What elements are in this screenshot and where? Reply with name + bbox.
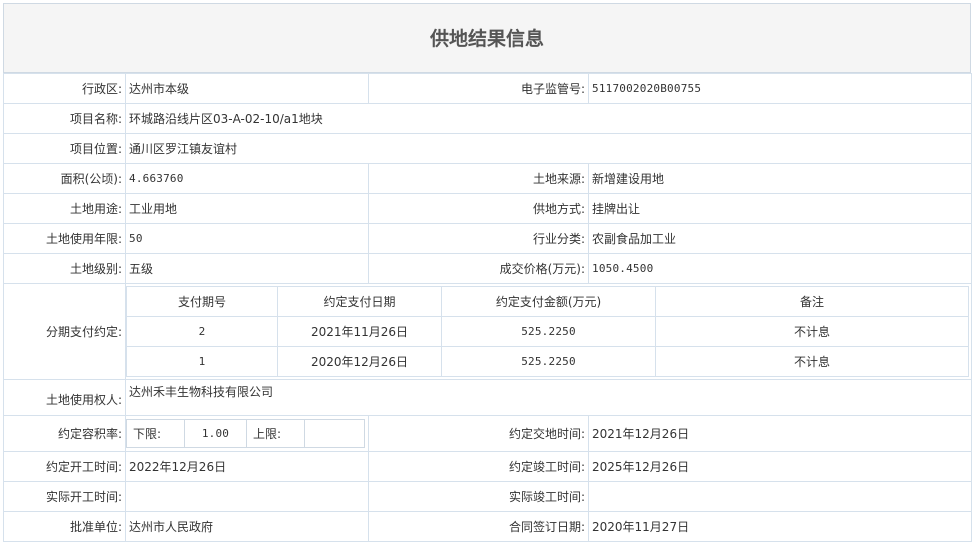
payment-date: 2021年11月26日 (277, 316, 442, 347)
actual-completion-value (588, 481, 972, 512)
land-user-label: 土地使用权人: (3, 379, 126, 416)
payment-period: 2 (126, 316, 278, 347)
far-cell: 下限: 1.00 上限: (125, 415, 369, 452)
table-row: 土地使用年限: 50 行业分类: 农副食品加工业 (3, 223, 972, 254)
deal-price-label: 成交价格(万元): (368, 253, 589, 284)
project-name-label: 项目名称: (3, 103, 126, 134)
table-row: 土地级别: 五级 成交价格(万元): 1050.4500 (3, 253, 972, 284)
far-upper-value (304, 419, 365, 448)
deal-price-value: 1050.4500 (588, 253, 972, 284)
supply-method-value: 挂牌出让 (588, 193, 972, 224)
land-supply-result: 供地结果信息 行政区: 达州市本级 电子监管号: 5117002020B0075… (3, 3, 972, 544)
table-row: 土地使用权人: 达州禾丰生物科技有限公司 (3, 379, 972, 416)
table-row: 分期支付约定: 支付期号 约定支付日期 约定支付金额(万元) 备注 2 2021… (3, 283, 972, 380)
table-row: 项目位置: 通川区罗江镇友谊村 (3, 133, 972, 164)
land-source-value: 新增建设用地 (588, 163, 972, 194)
land-use-label: 土地用途: (3, 193, 126, 224)
supply-method-label: 供地方式: (368, 193, 589, 224)
project-location-label: 项目位置: (3, 133, 126, 164)
contract-date-label: 合同签订日期: (368, 511, 589, 542)
actual-start-value (125, 481, 369, 512)
actual-completion-label: 实际竣工时间: (368, 481, 589, 512)
table-row: 项目名称: 环城路沿线片区03-A-02-10/a1地块 (3, 103, 972, 134)
table-row: 土地用途: 工业用地 供地方式: 挂牌出让 (3, 193, 972, 224)
use-term-value: 50 (125, 223, 369, 254)
supervision-no-label: 电子监管号: (368, 73, 589, 104)
payment-amount: 525.2250 (441, 346, 656, 377)
use-term-label: 土地使用年限: (3, 223, 126, 254)
payment-row: 1 2020年12月26日 525.2250 不计息 (126, 346, 969, 377)
contract-date-value: 2020年11月27日 (588, 511, 972, 542)
industry-label: 行业分类: (368, 223, 589, 254)
area-value: 4.663760 (125, 163, 369, 194)
far-label: 约定容积率: (3, 415, 126, 452)
payment-table: 支付期号 约定支付日期 约定支付金额(万元) 备注 2 2021年11月26日 … (126, 286, 969, 377)
page-title: 供地结果信息 (3, 3, 971, 73)
table-row: 面积(公顷): 4.663760 土地来源: 新增建设用地 (3, 163, 972, 194)
completion-time-value: 2025年12月26日 (588, 451, 972, 482)
far-lower-value: 1.00 (184, 419, 247, 448)
payment-date: 2020年12月26日 (277, 346, 442, 377)
payment-period: 1 (126, 346, 278, 377)
land-source-label: 土地来源: (368, 163, 589, 194)
handover-time-value: 2021年12月26日 (588, 415, 972, 452)
installment-label: 分期支付约定: (3, 283, 126, 380)
admin-region-label: 行政区: (3, 73, 126, 104)
table-row: 约定容积率: 下限: 1.00 上限: 约定交地时间: 2021年12月26日 (3, 415, 972, 452)
land-grade-label: 土地级别: (3, 253, 126, 284)
payment-header: 约定支付日期 (277, 286, 442, 317)
installment-cell: 支付期号 约定支付日期 约定支付金额(万元) 备注 2 2021年11月26日 … (125, 283, 972, 380)
area-label: 面积(公顷): (3, 163, 126, 194)
far-lower-label: 下限: (126, 419, 185, 448)
project-name-value: 环城路沿线片区03-A-02-10/a1地块 (125, 103, 972, 134)
payment-row: 2 2021年11月26日 525.2250 不计息 (126, 316, 969, 347)
land-use-value: 工业用地 (125, 193, 369, 224)
completion-time-label: 约定竣工时间: (368, 451, 589, 482)
payment-amount: 525.2250 (441, 316, 656, 347)
payment-header: 支付期号 (126, 286, 278, 317)
payment-note: 不计息 (655, 316, 969, 347)
start-time-label: 约定开工时间: (3, 451, 126, 482)
industry-value: 农副食品加工业 (588, 223, 972, 254)
payment-header: 约定支付金额(万元) (441, 286, 656, 317)
project-location-value: 通川区罗江镇友谊村 (125, 133, 972, 164)
start-time-value: 2022年12月26日 (125, 451, 369, 482)
far-upper-label: 上限: (246, 419, 305, 448)
handover-time-label: 约定交地时间: (368, 415, 589, 452)
supervision-no-value: 5117002020B00755 (588, 73, 972, 104)
admin-region-value: 达州市本级 (125, 73, 369, 104)
land-user-value: 达州禾丰生物科技有限公司 (125, 379, 972, 416)
table-row: 批准单位: 达州市人民政府 合同签订日期: 2020年11月27日 (3, 511, 972, 542)
table-row: 约定开工时间: 2022年12月26日 约定竣工时间: 2025年12月26日 (3, 451, 972, 482)
approval-unit-value: 达州市人民政府 (125, 511, 369, 542)
payment-header-row: 支付期号 约定支付日期 约定支付金额(万元) 备注 (126, 286, 969, 317)
far-table: 下限: 1.00 上限: (126, 419, 365, 448)
payment-header: 备注 (655, 286, 969, 317)
actual-start-label: 实际开工时间: (3, 481, 126, 512)
approval-unit-label: 批准单位: (3, 511, 126, 542)
table-row: 实际开工时间: 实际竣工时间: (3, 481, 972, 512)
table-row: 行政区: 达州市本级 电子监管号: 5117002020B00755 (3, 73, 972, 104)
info-table: 行政区: 达州市本级 电子监管号: 5117002020B00755 项目名称:… (3, 73, 972, 542)
payment-note: 不计息 (655, 346, 969, 377)
land-grade-value: 五级 (125, 253, 369, 284)
